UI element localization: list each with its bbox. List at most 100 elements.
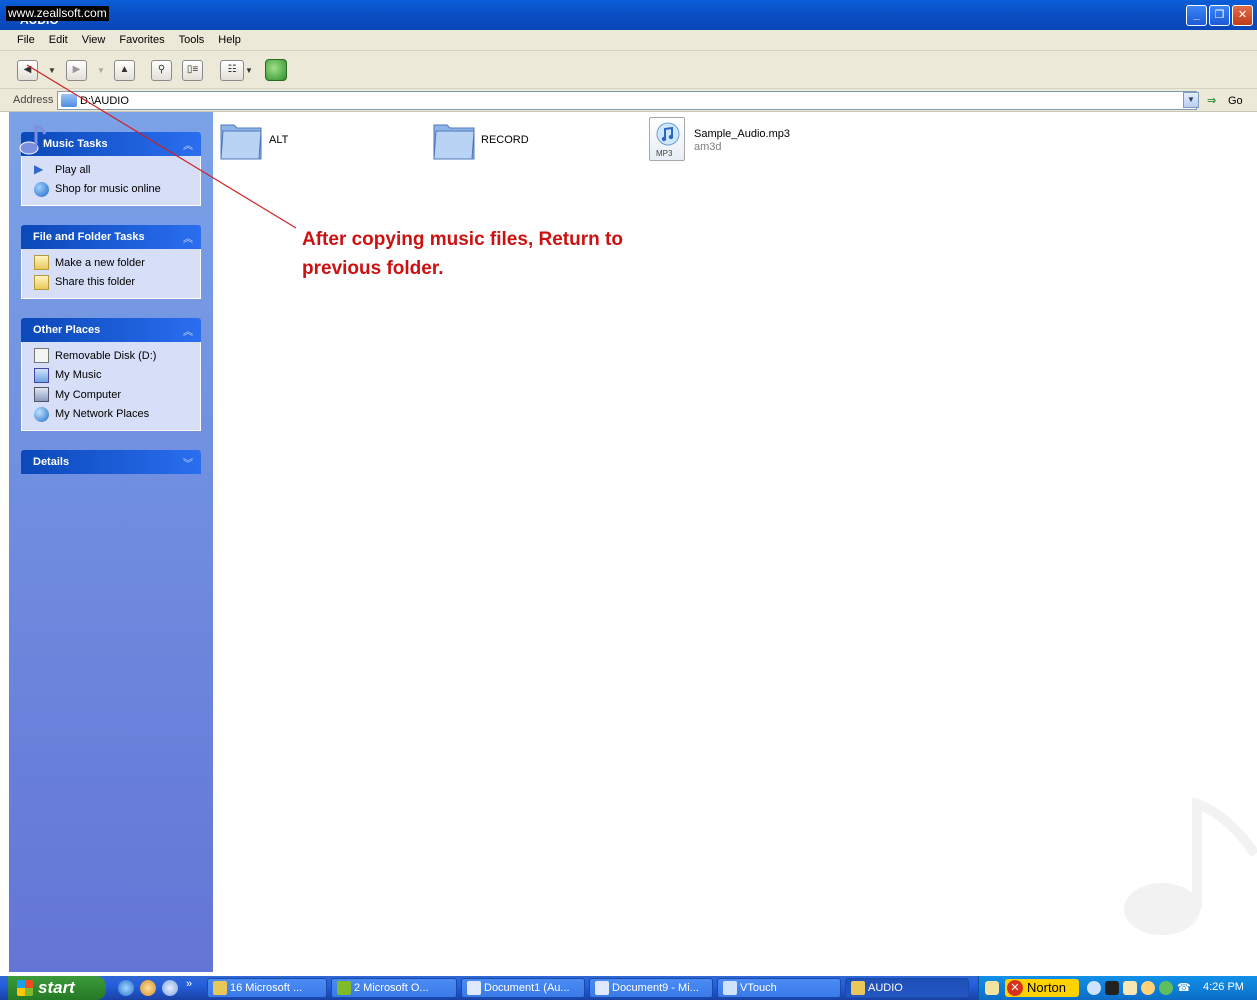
- my-network-places-link[interactable]: My Network Places: [34, 405, 200, 425]
- task-label: 16 Microsoft ...: [230, 982, 303, 994]
- system-tray: ✕ Norton ☎ 4:26 PM: [978, 976, 1257, 1000]
- quicklaunch-search-icon[interactable]: [162, 980, 178, 996]
- folder-icon: [61, 94, 77, 107]
- link-label: Play all: [55, 163, 91, 176]
- task-pane: Music Tasks ︽ ▶ Play all Shop for music …: [9, 112, 213, 972]
- other-places-panel: Other Places ︽ Removable Disk (D:) My Mu…: [21, 318, 201, 431]
- tray-pin-icon[interactable]: [1105, 981, 1119, 995]
- task-label: AUDIO: [868, 982, 903, 994]
- task-label: 2 Microsoft O...: [354, 982, 429, 994]
- collapse-icon[interactable]: ︽: [183, 137, 193, 152]
- file-name: Sample_Audio.mp3: [694, 128, 791, 140]
- taskbar-button-document1[interactable]: Document1 (Au...: [461, 978, 585, 998]
- help-icon[interactable]: [985, 981, 999, 995]
- menu-favorites[interactable]: Favorites: [112, 34, 171, 46]
- quicklaunch-more-icon[interactable]: »: [186, 978, 192, 990]
- forward-dropdown-icon[interactable]: ▼: [97, 66, 105, 75]
- up-folder-button[interactable]: ▲: [114, 60, 135, 81]
- norton-alert-icon: ✕: [1007, 980, 1023, 996]
- mail-icon[interactable]: [1123, 981, 1137, 995]
- views-button[interactable]: ☷: [220, 60, 244, 81]
- my-computer-link[interactable]: My Computer: [34, 385, 200, 405]
- tray-app-icon[interactable]: [1087, 981, 1101, 995]
- my-music-link[interactable]: My Music: [34, 366, 200, 386]
- file-folder-tasks-header[interactable]: File and Folder Tasks ︽: [21, 225, 201, 249]
- word-document-icon: [595, 981, 609, 995]
- music-folder-icon: [34, 367, 49, 383]
- back-button[interactable]: ◀: [17, 60, 38, 81]
- mp3-file-icon: MP3: [649, 117, 685, 161]
- start-button[interactable]: start: [8, 976, 106, 1000]
- go-arrow-icon[interactable]: ⇒: [1207, 94, 1216, 107]
- collapse-icon[interactable]: ︽: [183, 323, 193, 338]
- menu-file[interactable]: File: [10, 34, 42, 46]
- quicklaunch-ie-icon[interactable]: [118, 980, 134, 996]
- file-folder-tasks-body: Make a new folder Share this folder: [21, 249, 201, 299]
- expand-icon[interactable]: ︾: [183, 455, 193, 470]
- file-folder-tasks-panel: File and Folder Tasks ︽ Make a new folde…: [21, 225, 201, 299]
- computer-icon: [34, 387, 49, 403]
- views-dropdown-icon[interactable]: ▼: [245, 66, 253, 75]
- file-name: ALT: [269, 134, 289, 146]
- go-button[interactable]: Go: [1228, 95, 1243, 107]
- play-all-link[interactable]: ▶ Play all: [34, 160, 200, 180]
- taskbar-button-audio[interactable]: AUDIO: [845, 978, 969, 998]
- shop-music-link[interactable]: Shop for music online: [34, 180, 200, 200]
- annotation-line: previous folder.: [302, 258, 444, 279]
- norton-tray-button[interactable]: ✕ Norton: [1005, 979, 1079, 997]
- forward-button[interactable]: ▶: [66, 60, 87, 81]
- taskbar-button-document9[interactable]: Document9 - Mi...: [589, 978, 713, 998]
- details-panel: Details ︾: [21, 450, 201, 474]
- taskbar-button-microsoft-group[interactable]: 16 Microsoft ...: [207, 978, 327, 998]
- watermark: www.zeallsoft.com: [6, 6, 109, 21]
- make-folder-link[interactable]: Make a new folder: [34, 253, 200, 273]
- file-name: RECORD: [481, 134, 529, 146]
- file-subtitle: am3d: [694, 141, 722, 153]
- word-document-icon: [467, 981, 481, 995]
- menu-view[interactable]: View: [75, 34, 113, 46]
- address-bar: Address D:\AUDIO: [0, 89, 1257, 112]
- clock[interactable]: 4:26 PM: [1203, 981, 1244, 993]
- folders-button[interactable]: ▯≡: [182, 60, 203, 81]
- removable-disk-link[interactable]: Removable Disk (D:): [34, 346, 200, 366]
- collapse-icon[interactable]: ︽: [183, 230, 193, 245]
- link-label: Share this folder: [55, 276, 136, 289]
- folder-group-icon: [213, 981, 227, 995]
- share-folder-link[interactable]: Share this folder: [34, 273, 200, 293]
- phone-icon[interactable]: ☎: [1177, 981, 1191, 995]
- link-label: Make a new folder: [55, 256, 145, 269]
- panel-title: Music Tasks: [43, 138, 108, 150]
- link-label: My Network Places: [55, 408, 150, 421]
- globe-icon: [34, 181, 49, 197]
- folder-icon: [433, 124, 475, 160]
- music-note-icon: [19, 124, 47, 155]
- close-button[interactable]: ✕: [1232, 5, 1253, 26]
- panel-title: File and Folder Tasks: [33, 231, 145, 243]
- back-dropdown-icon[interactable]: ▼: [48, 66, 56, 75]
- taskbar-button-microsoft-office[interactable]: 2 Microsoft O...: [331, 978, 457, 998]
- network-status-icon[interactable]: [1159, 981, 1173, 995]
- restore-button[interactable]: ❐: [1209, 5, 1230, 26]
- taskbar-button-vtouch[interactable]: VTouch: [717, 978, 841, 998]
- menu-help[interactable]: Help: [211, 34, 248, 46]
- tray-status-icon[interactable]: [1141, 981, 1155, 995]
- other-places-header[interactable]: Other Places ︽: [21, 318, 201, 342]
- title-bar: AUDIO www.zeallsoft.com _ ❐ ✕: [0, 0, 1257, 30]
- menu-tools[interactable]: Tools: [172, 34, 212, 46]
- address-dropdown-button[interactable]: ▼: [1183, 92, 1199, 108]
- annotation-line: After copying music files, Return to: [302, 229, 623, 250]
- task-label: Document9 - Mi...: [612, 982, 699, 994]
- toolbar: ◀ ▼ ▶ ▼ ▲ ⚲ ▯≡ ☷ ▼: [0, 51, 1257, 89]
- search-button[interactable]: ⚲: [151, 60, 172, 81]
- norton-label: Norton: [1027, 980, 1067, 995]
- panel-title: Other Places: [33, 324, 101, 336]
- minimize-button[interactable]: _: [1186, 5, 1207, 26]
- address-input[interactable]: D:\AUDIO: [57, 91, 1197, 110]
- quicklaunch-app-icon[interactable]: [140, 980, 156, 996]
- link-label: My Music: [55, 369, 102, 382]
- refresh-icon[interactable]: [265, 59, 287, 81]
- details-header[interactable]: Details ︾: [21, 450, 201, 474]
- folder-icon: [220, 124, 262, 160]
- menu-edit[interactable]: Edit: [42, 34, 75, 46]
- start-label: start: [38, 978, 75, 997]
